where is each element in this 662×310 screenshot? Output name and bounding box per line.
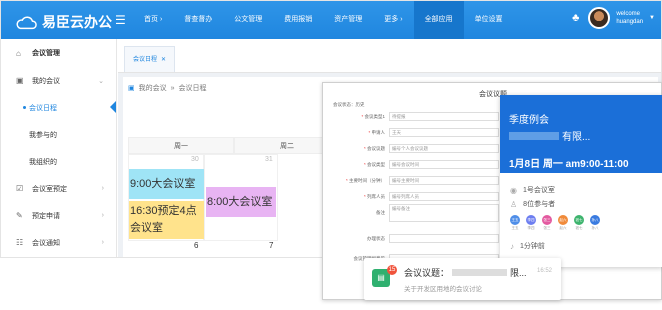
form-input[interactable]: 王天 bbox=[389, 128, 499, 137]
redacted-text bbox=[452, 269, 508, 276]
card-time: 1月8日 周一 am9:00-11:00 bbox=[509, 159, 629, 170]
notice-icon: ☷ bbox=[16, 238, 24, 247]
sidebar-item-participated[interactable]: 我参与的 bbox=[1, 121, 116, 148]
meeting-detail-card[interactable]: 季度例会 有限... 1月8日 周一 am9:00-11:00 ◉ 1号会议室 ♙… bbox=[500, 95, 662, 267]
nav-documents[interactable]: 公文管理 bbox=[223, 1, 273, 39]
card-title: 季度例会 bbox=[509, 115, 549, 126]
people-icon: ♙ bbox=[510, 199, 518, 209]
org-chart-icon[interactable]: ♣ bbox=[572, 12, 579, 24]
breadcrumb-root[interactable]: 我的会议 bbox=[139, 83, 167, 93]
top-bar: 易臣云办公 ☰ 首页 › 督查督办 公文管理 费用报销 资产管理 更多 › 全部… bbox=[1, 1, 661, 39]
attendee-avatar[interactable]: 张三 张三 bbox=[542, 215, 552, 231]
menu-toggle-icon[interactable]: ☰ bbox=[115, 13, 126, 27]
nav-unit-settings[interactable]: 单位设置 bbox=[464, 1, 514, 39]
bell-icon: ♪ bbox=[510, 241, 514, 251]
breadcrumb-current: 会议日程 bbox=[178, 85, 207, 92]
attendee-avatar[interactable]: 孙八 孙八 bbox=[590, 215, 600, 231]
event-item[interactable]: 9:00大会议室 bbox=[129, 169, 204, 199]
calendar-icon: ▣ bbox=[128, 85, 135, 92]
notification-toast[interactable]: ▤ 15 会议议题： 限... 16:52 关于开发区用地的会议讨论 bbox=[364, 258, 561, 300]
meeting-icon: ▣ bbox=[16, 76, 24, 85]
nav-all-apps[interactable]: 全部应用 bbox=[413, 1, 464, 39]
status-row: 会议状态：历史 bbox=[333, 101, 365, 107]
form-select[interactable]: 编号会议时间 bbox=[389, 160, 499, 169]
chevron-right-icon: › bbox=[101, 185, 104, 192]
sidebar: ⌂ 会议管理 ▣ 我的会议 ⌄ 会议日程 我参与的 我组织的 ☑ 会议室预定 › ✎ 预定申… bbox=[1, 39, 117, 257]
redacted-text bbox=[509, 131, 559, 140]
card-header: 季度例会 有限... 1月8日 周一 am9:00-11:00 bbox=[500, 95, 662, 173]
attendee-list: 王五 王五 李四 李四 张三 张三 赵六 赵六 钱七 钱七 孙八 孙八 bbox=[500, 215, 662, 231]
toast-time: 16:52 bbox=[536, 268, 552, 274]
sidebar-item-my-meetings[interactable]: ▣ 我的会议 ⌄ bbox=[1, 67, 116, 94]
attendee-avatar[interactable]: 王五 王五 bbox=[510, 215, 520, 231]
form-row: 备注 编号备注 bbox=[335, 203, 499, 222]
sidebar-item-meeting-notice[interactable]: ☷ 会议通知 › bbox=[1, 229, 116, 256]
unread-badge: 15 bbox=[387, 265, 397, 275]
attendee-avatar[interactable]: 钱七 钱七 bbox=[574, 215, 584, 231]
event-item[interactable]: 16:30预定4点会议室 bbox=[129, 201, 204, 239]
card-room: 1号会议室 bbox=[522, 187, 555, 194]
sidebar-item-booking-request[interactable]: ✎ 预定申请 › bbox=[1, 202, 116, 229]
attendee-avatar[interactable]: 李四 李四 bbox=[526, 215, 536, 231]
weekday-label: 周一 bbox=[128, 137, 234, 154]
location-icon: ◉ bbox=[510, 185, 517, 195]
form-input[interactable]: 编号列席人员 bbox=[389, 192, 499, 201]
nav-assets[interactable]: 资产管理 bbox=[323, 1, 373, 39]
form-row: 办理状态 bbox=[335, 233, 499, 244]
tab-meeting-schedule[interactable]: 会议日程 ✕ bbox=[124, 46, 176, 72]
request-icon: ✎ bbox=[16, 211, 23, 220]
toast-title: 会议议题： 限... bbox=[404, 268, 527, 278]
form-input[interactable]: 编号主要时间 bbox=[389, 176, 499, 185]
form-input[interactable]: 待提报 bbox=[389, 112, 499, 121]
nav-supervision[interactable]: 督查督办 bbox=[173, 1, 223, 39]
card-people: 8位参与者 bbox=[523, 201, 556, 208]
form-row: * 列席人员 编号列席人员 bbox=[335, 191, 499, 202]
chevron-right-icon: › bbox=[101, 239, 104, 246]
form-row: * 申请人 王天 bbox=[335, 127, 499, 138]
home-icon: ⌂ bbox=[16, 48, 21, 58]
user-area: ♣ welcome huangdan ▼ bbox=[572, 7, 655, 29]
form-row: * 会议类型 编号会议时间 bbox=[335, 159, 499, 170]
nav-more[interactable]: 更多 › bbox=[373, 1, 413, 39]
card-subtitle: 有限... bbox=[562, 132, 591, 143]
sidebar-item-meeting-management[interactable]: ⌂ 会议管理 bbox=[1, 39, 116, 67]
brand-name: 易臣云办公 bbox=[42, 14, 112, 30]
sidebar-item-meeting-schedule[interactable]: 会议日程 bbox=[1, 94, 116, 121]
form-textarea[interactable]: 编号备注 bbox=[389, 203, 499, 222]
welcome-text[interactable]: welcome huangdan bbox=[616, 10, 643, 26]
form-row: * 会议类型1 待提报 bbox=[335, 111, 499, 122]
sidebar-item-organized[interactable]: 我组织的 bbox=[1, 148, 116, 175]
tab-bar: 会议日程 ✕ bbox=[118, 39, 661, 73]
event-item[interactable]: 8:00大会议室 bbox=[206, 187, 276, 217]
avatar[interactable] bbox=[588, 7, 611, 29]
form-row: * 主要时间（分钟） 编号主要时间 bbox=[335, 175, 499, 186]
toast-body: 关于开发区用地的会议讨论 bbox=[404, 286, 482, 293]
brand-logo[interactable]: 易臣云办公 bbox=[15, 12, 112, 32]
nav-expenses[interactable]: 费用报销 bbox=[273, 1, 323, 39]
chevron-right-icon: › bbox=[101, 212, 104, 219]
chevron-down-icon: ⌄ bbox=[98, 77, 104, 85]
sidebar-item-room-booking[interactable]: ☑ 会议室预定 › bbox=[1, 175, 116, 202]
card-remind: 1分钟前 bbox=[520, 243, 545, 250]
day-number: 31 bbox=[265, 156, 273, 163]
booking-icon: ☑ bbox=[16, 184, 24, 193]
close-icon[interactable]: ✕ bbox=[161, 57, 166, 63]
day-number: 6 bbox=[194, 241, 199, 250]
day-number: 7 bbox=[269, 241, 274, 250]
form-row: * 会议议题 编号个人会议议题 bbox=[335, 143, 499, 154]
main-nav: 首页 › 督查督办 公文管理 费用报销 资产管理 更多 › 全部应用 单位设置 bbox=[133, 1, 514, 39]
nav-home[interactable]: 首页 › bbox=[133, 1, 173, 39]
form-input[interactable] bbox=[389, 234, 499, 243]
attendee-avatar[interactable]: 赵六 赵六 bbox=[558, 215, 568, 231]
chevron-down-icon[interactable]: ▼ bbox=[649, 15, 655, 21]
cloud-icon bbox=[16, 16, 37, 30]
form-input[interactable]: 编号个人会议议题 bbox=[389, 144, 499, 153]
day-number: 30 bbox=[191, 156, 199, 163]
